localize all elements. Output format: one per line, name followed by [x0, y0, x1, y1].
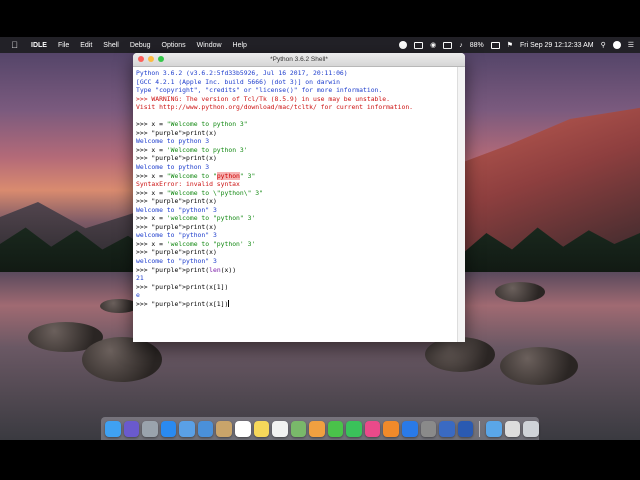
window-titlebar[interactable]: *Python 3.6.2 Shell*	[133, 53, 465, 67]
shell-line: >>> x = "Welcome to python 3"	[136, 120, 248, 129]
user-icon[interactable]	[612, 41, 621, 49]
screenshot-icon[interactable]	[504, 420, 521, 437]
shell-line: >>> WARNING: The version of Tcl/Tk (8.5.…	[136, 94, 390, 103]
text-cursor	[228, 300, 230, 308]
xcode-icon[interactable]	[197, 420, 214, 437]
clock[interactable]: Fri Sep 29 12:12:33 AM	[520, 42, 594, 49]
shell-line: welcome to "python" 3	[136, 257, 217, 266]
search-icon[interactable]: ⚲	[601, 41, 606, 49]
window-controls	[138, 56, 164, 62]
idle-icon[interactable]	[439, 420, 455, 437]
wallpaper-rock	[82, 337, 162, 382]
menu-help[interactable]: Help	[233, 42, 247, 49]
shell-line: >>> "purple">print(x)	[136, 128, 217, 137]
menu-debug[interactable]: Debug	[130, 42, 151, 49]
menu-window[interactable]: Window	[197, 42, 222, 49]
wallpaper-rock	[495, 282, 545, 302]
battery-icon[interactable]	[490, 41, 500, 49]
reminders-icon[interactable]	[272, 420, 288, 437]
shell-line: 21	[136, 274, 144, 283]
shell-line: Python 3.6.2 (v3.6.2:5fd33b5926, Jul 16 …	[136, 69, 348, 77]
shell-line: Welcome to python 3	[136, 137, 210, 146]
shell-line: [GCC 4.2.1 (Apple Inc. build 5666) (dot …	[136, 77, 340, 86]
shell-line: >>> x = "Welcome to \"python\" 3"	[136, 188, 263, 197]
calendar-icon[interactable]	[234, 420, 251, 437]
shell-line: >>> x = 'Welcome to python 3'	[136, 145, 248, 154]
display-icon[interactable]	[414, 41, 424, 49]
mail-icon[interactable]	[179, 420, 195, 437]
shell-line: Welcome to "python" 3	[136, 205, 217, 214]
shell-line: >>> "purple">print(x)	[136, 248, 217, 257]
wallpaper-rock	[425, 337, 495, 372]
notification-center-icon[interactable]: ☰	[628, 41, 634, 49]
ibooks-icon[interactable]	[383, 420, 399, 437]
siri-icon[interactable]	[123, 420, 140, 437]
safari-icon[interactable]	[160, 420, 177, 437]
flag-icon[interactable]: ⚑	[507, 41, 513, 49]
contacts-icon[interactable]	[216, 420, 232, 437]
maps-icon[interactable]	[290, 420, 307, 437]
menu-shell[interactable]: Shell	[103, 42, 119, 49]
dock-separator	[479, 420, 481, 437]
apple-icon[interactable]: 	[10, 40, 19, 50]
shell-line: >>> x = 'welcome to "python' 3'	[136, 239, 256, 248]
finder-icon[interactable]	[105, 420, 121, 437]
window-title: *Python 3.6.2 Shell*	[270, 56, 328, 63]
wifi-icon[interactable]: ◉	[430, 41, 436, 49]
zoom-button[interactable]	[158, 56, 164, 62]
shell-line: >>> "purple">print(x)	[136, 222, 217, 231]
shell-line: >>> "purple">print(x[1])	[136, 299, 230, 308]
messages-icon[interactable]	[327, 420, 344, 437]
python-launcher-icon[interactable]	[457, 420, 474, 437]
shell-line: >>> x = 'welcome to "python" 3'	[136, 214, 256, 223]
itunes-icon[interactable]	[364, 420, 381, 437]
shell-line: Visit http://www.python.org/download/mac…	[136, 103, 414, 112]
status-indicator-icon[interactable]	[399, 41, 408, 49]
trash-icon[interactable]	[523, 420, 539, 437]
battery-percent[interactable]: 88%	[470, 42, 484, 49]
shell-line: >>> "purple">print(x)	[136, 197, 217, 206]
folder-icon[interactable]	[486, 420, 502, 437]
scrollbar[interactable]	[457, 67, 465, 342]
menu-app-name[interactable]: IDLE	[31, 42, 47, 49]
menu-edit[interactable]: Edit	[80, 42, 92, 49]
shell-line: >>> x = "Welcome to "python" 3"	[136, 171, 256, 180]
appstore-icon[interactable]	[402, 420, 418, 437]
system-preferences-icon[interactable]	[420, 420, 437, 437]
shell-output[interactable]: Python 3.6.2 (v3.6.2:5fd33b5926, Jul 16 …	[133, 67, 465, 308]
volume-icon[interactable]: ♪	[459, 42, 463, 49]
shell-line: SyntaxError: invalid syntax	[136, 180, 240, 189]
shell-line: e	[136, 291, 140, 300]
menu-bar:  IDLE File Edit Shell Debug Options Win…	[0, 37, 640, 53]
facetime-icon[interactable]	[346, 420, 362, 437]
dock	[101, 417, 539, 440]
status-area: ◉ ♪ 88% ⚑ Fri Sep 29 12:12:33 AM ⚲ ☰	[399, 37, 634, 53]
menu-file[interactable]: File	[58, 42, 69, 49]
launchpad-icon[interactable]	[142, 420, 158, 437]
shell-line: >>> "purple">print(x[1])	[136, 282, 229, 291]
shell-line: Type "copyright", "credits" or "license(…	[136, 86, 383, 95]
photos-icon[interactable]	[309, 420, 325, 437]
airplay-icon[interactable]	[443, 41, 453, 49]
close-button[interactable]	[138, 56, 144, 62]
shell-line: >>> "purple">print(x)	[136, 154, 217, 163]
shell-line: >>> "purple">print(len(x))	[136, 265, 237, 274]
notes-icon[interactable]	[253, 420, 270, 437]
minimize-button[interactable]	[148, 56, 154, 62]
menu-options[interactable]: Options	[162, 42, 186, 49]
wallpaper-rock	[500, 347, 578, 385]
shell-line: Welcome to python 3	[136, 163, 210, 172]
idle-shell-window: *Python 3.6.2 Shell* Python 3.6.2 (v3.6.…	[133, 53, 465, 342]
shell-line: welcome to "python" 3	[136, 231, 217, 240]
